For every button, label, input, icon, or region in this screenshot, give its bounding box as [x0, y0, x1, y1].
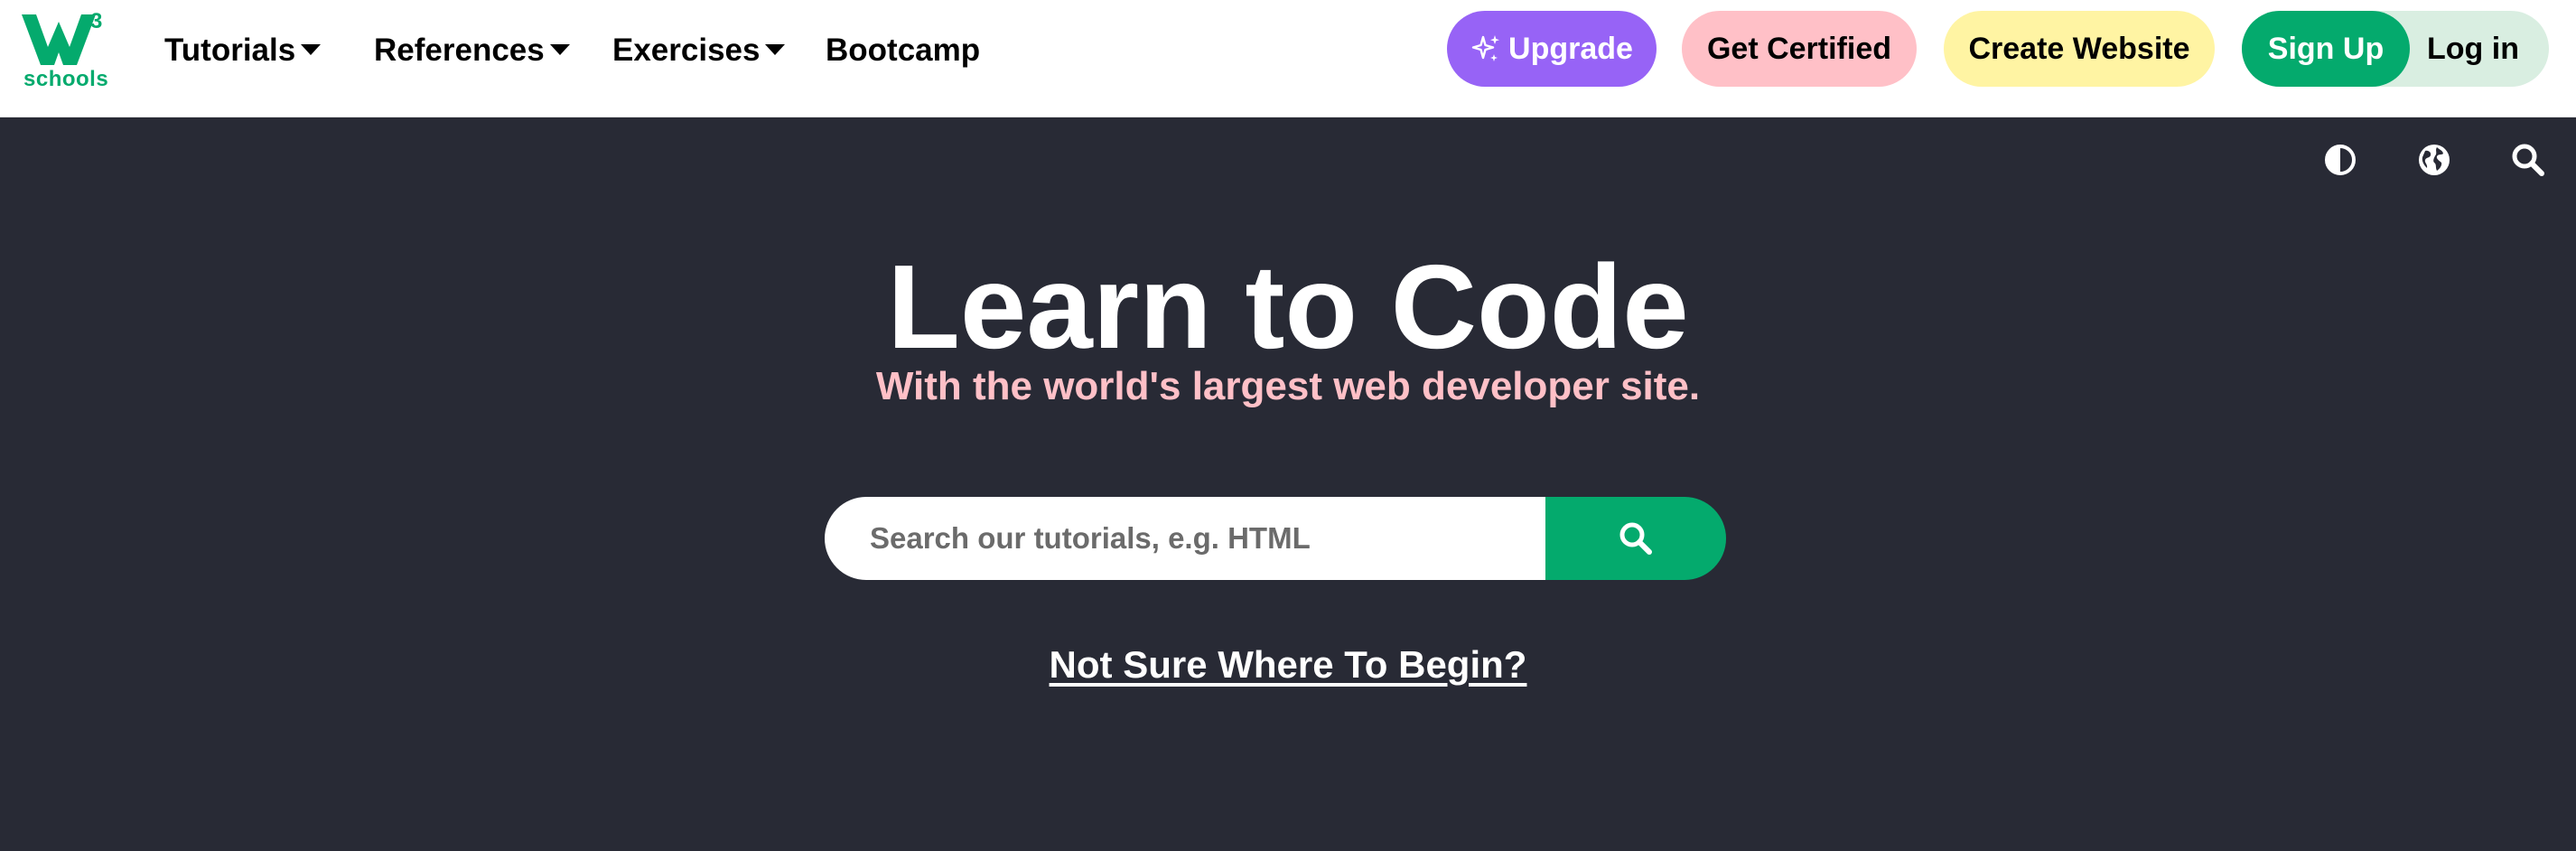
create-website-label: Create Website: [1968, 31, 2190, 66]
language-selector[interactable]: [2412, 137, 2457, 182]
caret-down-icon: [301, 43, 322, 55]
upgrade-label: Upgrade: [1508, 31, 1633, 66]
nav-references[interactable]: References: [374, 27, 570, 74]
sign-up-label: Sign Up: [2267, 31, 2385, 66]
where-to-begin-container: Not Sure Where To Begin?: [0, 643, 2576, 687]
top-navigation: 3 schools Tutorials References Exercises…: [0, 0, 2576, 117]
create-website-button[interactable]: Create Website: [1944, 11, 2215, 87]
nav-exercises[interactable]: Exercises: [612, 27, 786, 74]
caret-down-icon: [765, 43, 786, 55]
auth-button-group: Sign Up Log in: [2242, 11, 2549, 87]
where-to-begin-link[interactable]: Not Sure Where To Begin?: [1050, 643, 1527, 686]
nav-exercises-label: Exercises: [612, 33, 761, 68]
globe-icon: [2419, 145, 2450, 175]
nav-tutorials[interactable]: Tutorials: [164, 27, 322, 74]
nav-bootcamp-label: Bootcamp: [826, 33, 981, 68]
hero-subtitle: With the world's largest web developer s…: [875, 364, 1701, 408]
nav-references-label: References: [374, 33, 545, 68]
caret-down-icon: [549, 43, 570, 55]
logo-superscript: 3: [90, 9, 103, 33]
log-in-label: Log in: [2427, 31, 2519, 66]
nav-bootcamp[interactable]: Bootcamp: [826, 27, 980, 74]
sparkle-icon: [1471, 35, 1500, 61]
search-icon: [2512, 144, 2544, 176]
sign-up-button[interactable]: Sign Up: [2242, 11, 2410, 87]
nav-tutorials-label: Tutorials: [164, 33, 296, 68]
hero-section: Learn to Code With the world's largest w…: [0, 117, 2576, 851]
tutorial-search-box: [825, 497, 1726, 580]
hero-title: Learn to Code: [887, 240, 1689, 373]
logo-wordmark: schools: [23, 67, 109, 91]
log-in-button[interactable]: Log in: [2410, 11, 2536, 87]
w3schools-logo[interactable]: 3 schools: [20, 7, 112, 94]
upgrade-button[interactable]: Upgrade: [1447, 11, 1657, 87]
get-certified-label: Get Certified: [1706, 31, 1892, 66]
get-certified-button[interactable]: Get Certified: [1682, 11, 1917, 87]
contrast-toggle[interactable]: [2318, 137, 2363, 182]
contrast-icon: [2325, 145, 2356, 175]
tutorial-search-button[interactable]: [1545, 497, 1726, 580]
site-search-toggle[interactable]: [2506, 137, 2551, 182]
tutorial-search-input[interactable]: [825, 497, 1547, 580]
search-icon: [1619, 522, 1652, 555]
w3-logo-mark-icon: [22, 14, 96, 65]
